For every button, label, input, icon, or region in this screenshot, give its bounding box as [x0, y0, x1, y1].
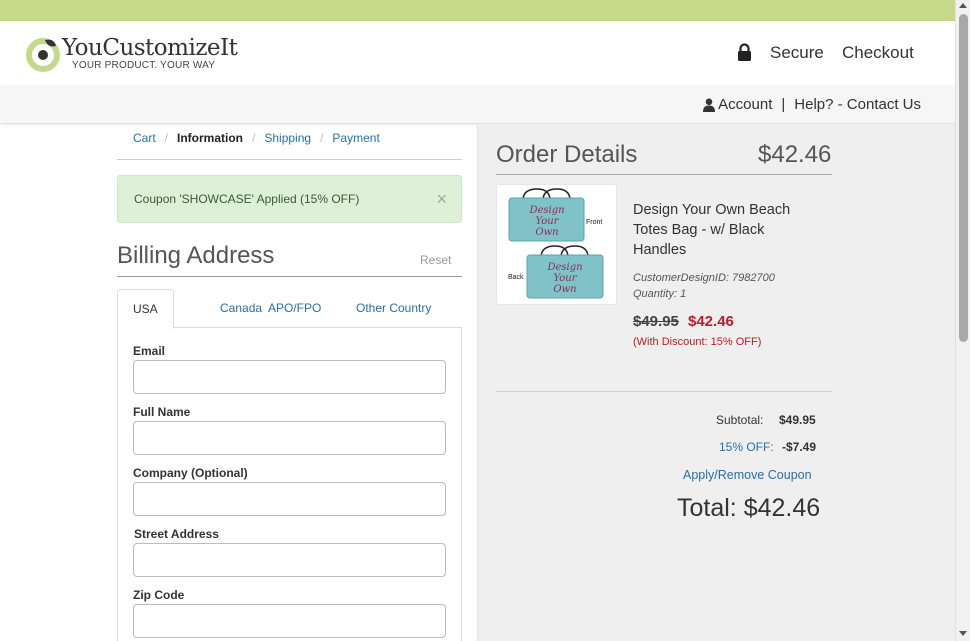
breadcrumb-payment[interactable]: Payment [332, 131, 379, 145]
front-label: Front [586, 219, 602, 226]
user-icon [703, 98, 716, 112]
country-tabs: USA Canada APO/FPO Other Country [117, 289, 462, 329]
account-bar: Account | Help? - Contact Us [0, 85, 955, 124]
tab-other-country[interactable]: Other Country [356, 289, 431, 328]
bag-front-text-2: Your [536, 216, 560, 227]
subtotal-value: $49.95 [779, 413, 816, 427]
grand-total: Total: $42.46 [677, 494, 821, 522]
scroll-down-arrow-icon[interactable] [959, 631, 967, 636]
bag-back-text-2: Your [554, 273, 578, 284]
breadcrumb-information: Information [177, 131, 244, 145]
back-label: Back [508, 274, 524, 281]
close-icon[interactable]: × [436, 189, 447, 210]
email-field[interactable] [133, 360, 446, 394]
lock-icon [738, 43, 751, 61]
tab-canada[interactable]: Canada [220, 289, 262, 328]
order-details-divider [496, 174, 832, 175]
street-address-field[interactable] [133, 543, 446, 577]
brand-tagline: YOUR PRODUCT. YOUR WAY [72, 60, 216, 71]
checkout-label: Checkout [842, 43, 914, 62]
billing-divider [117, 276, 462, 277]
bag-back-text-1: Design [546, 262, 582, 273]
apply-remove-coupon-link[interactable]: Apply/Remove Coupon [683, 468, 812, 482]
original-price: $49.95 [633, 313, 679, 330]
order-details-title: Order Details [496, 141, 638, 168]
customer-design-id: CustomerDesignID: 7982700 [633, 272, 775, 284]
account-bar-separator: | [781, 96, 786, 113]
discount-note: (With Discount: 15% OFF) [633, 336, 762, 348]
tote-bag-image: Design Your Own Front Design Your Own Ba… [508, 188, 604, 299]
breadcrumb-separator: / [320, 131, 324, 145]
secure-label: Secure [770, 43, 824, 62]
coupon-applied-alert: Coupon 'SHOWCASE' Applied (15% OFF) × [117, 175, 462, 223]
breadcrumb: Cart / Information / Shipping / Payment [133, 131, 380, 145]
discount-label: 15% OFF: [719, 440, 774, 454]
bag-front-text-3: Own [535, 227, 558, 238]
product-quantity: Quantity: 1 [633, 288, 687, 300]
tab-usa[interactable]: USA [117, 289, 174, 329]
site-header: YouCustomizeIt YOUR PRODUCT. YOUR WAY Se… [0, 21, 955, 85]
breadcrumb-divider [117, 159, 462, 160]
breadcrumb-shipping[interactable]: Shipping [264, 131, 311, 145]
company-field[interactable] [133, 482, 446, 516]
subtotal-label: Subtotal: [716, 413, 764, 427]
billing-address-title: Billing Address [117, 242, 275, 269]
coupon-alert-message: Coupon 'SHOWCASE' Applied (15% OFF) [134, 192, 360, 206]
items-divider [496, 391, 832, 392]
breadcrumb-separator: / [252, 131, 256, 145]
zip-code-field[interactable] [133, 604, 446, 638]
logo-mark-icon [26, 38, 60, 72]
tab-apo-fpo[interactable]: APO/FPO [268, 289, 321, 328]
product-name: Design Your Own Beach Totes Bag - w/ Bla… [633, 202, 791, 258]
help-contact-link[interactable]: Help? - Contact Us [794, 96, 921, 113]
bag-back-text-3: Own [553, 284, 576, 295]
breadcrumb-separator: / [164, 131, 169, 145]
discount-value: -$7.49 [782, 440, 817, 454]
full-name-label: Full Name [133, 405, 191, 419]
order-details-total: $42.46 [758, 141, 832, 168]
account-link[interactable]: Account [718, 96, 772, 113]
page-scrollbar[interactable] [955, 0, 970, 641]
bag-front-text-1: Design [528, 205, 564, 216]
reset-link[interactable]: Reset [420, 253, 451, 267]
street-address-label: Street Address [134, 527, 219, 541]
top-accent-bar [0, 0, 955, 21]
company-label: Company (Optional) [133, 466, 248, 480]
scrollbar-thumb[interactable] [959, 14, 968, 342]
scroll-up-arrow-icon[interactable] [959, 3, 967, 8]
discounted-price: $42.46 [688, 313, 734, 330]
full-name-field[interactable] [133, 421, 446, 455]
email-label: Email [133, 344, 166, 358]
zip-code-label: Zip Code [133, 588, 185, 602]
brand-name: YouCustomizeIt [62, 35, 238, 61]
product-thumbnail: Design Your Own Front Design Your Own Ba… [496, 184, 617, 305]
breadcrumb-cart[interactable]: Cart [133, 131, 156, 145]
